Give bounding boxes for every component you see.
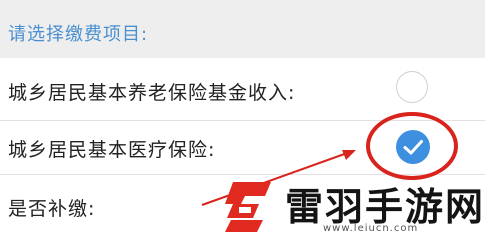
option-label-supplement: 是否补缴: (8, 198, 96, 220)
option-label-pension: 城乡居民基本养老保险基金收入: (8, 82, 296, 104)
watermark: 雷羽手游网 www.leiucn.com (219, 176, 483, 238)
option-row-pension[interactable]: 城乡居民基本养老保险基金收入: (0, 58, 485, 120)
annotation-circle (366, 112, 458, 180)
watermark-url: www.leiucn.com (323, 223, 419, 234)
option-label-medical: 城乡居民基本医疗保险: (8, 139, 216, 161)
section-header: 请选择缴费项目: (0, 0, 485, 58)
logo-icon (225, 182, 271, 232)
radio-unchecked-icon[interactable] (396, 71, 428, 103)
section-header-label: 请选择缴费项目: (8, 24, 149, 45)
